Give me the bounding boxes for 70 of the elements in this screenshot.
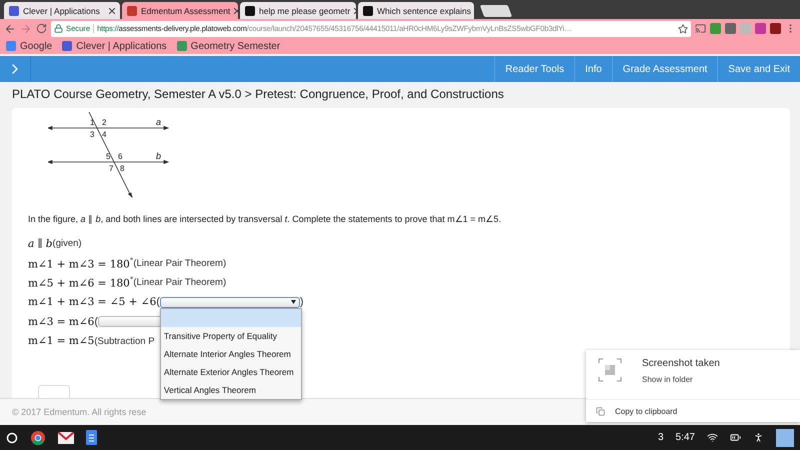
line-label: a [156, 117, 162, 127]
angle-label: 7 [109, 164, 114, 173]
star-icon[interactable] [678, 24, 688, 34]
browser-tab[interactable]: Clever | Applications [4, 2, 120, 19]
reason-dropdown[interactable] [160, 296, 300, 308]
angle-label: 6 [118, 152, 122, 161]
bookmark[interactable]: Geometry Semester [176, 40, 280, 52]
lock-icon [54, 24, 63, 33]
extension-icon[interactable] [725, 23, 736, 34]
favicon-icon [245, 6, 255, 16]
battery-icon [730, 432, 741, 443]
dropdown-option[interactable]: Transitive Property of Equality [160, 326, 301, 345]
question-text: In the figure, a ∥ b, and both lines are intersected by transversal t. Complete the statements to prove that m∠1 = m∠5. [28, 214, 502, 224]
favicon-icon [363, 6, 373, 16]
paren: ) [300, 296, 304, 308]
reason-text: (Linear Pair Theorem) [133, 277, 226, 288]
statement-math: m∠5 + m∠6 = 180$^{°}$ [28, 276, 134, 290]
statement-math: m∠3 = m∠6 [28, 316, 94, 328]
reason-text: (Subtraction P [94, 336, 155, 347]
reason-text: (given) [52, 238, 82, 250]
avatar[interactable] [776, 428, 794, 446]
statement-math: a ∥ b [28, 238, 53, 250]
reason-text: (Linear Pair Theorem) [133, 258, 226, 269]
bookmark-icon [6, 41, 16, 51]
screenshot-icon [598, 358, 622, 382]
copyright-text: © 2017 Edmentum. All rights rese [12, 407, 146, 417]
line-label: b [156, 151, 162, 161]
reload-icon[interactable] [36, 23, 47, 34]
dropdown-option[interactable]: Alternate Exterior Angles Theorem [160, 362, 301, 381]
clock-time[interactable]: 5:47 [676, 432, 695, 443]
angle-label: 8 [120, 164, 124, 173]
statement-math: m∠1 = m∠5 [28, 335, 94, 348]
bookmark-icon [62, 41, 72, 51]
dropdown-option[interactable]: Vertical Angles Theorem [160, 380, 301, 399]
breadcrumb: PLATO Course Geometry, Semester A v5.0 > Pretest: Congruence, Proof, and Constructions [11, 86, 505, 103]
cast-icon[interactable] [695, 23, 706, 34]
browser-tab[interactable]: Edmentum Assessment [122, 2, 238, 19]
wifi-icon [707, 432, 718, 443]
notification-count[interactable]: 3 [658, 432, 664, 443]
caret-icon [290, 300, 296, 304]
show-in-folder-link[interactable]: Show in folder [642, 375, 720, 384]
copy-icon [596, 406, 605, 416]
paren: ( [94, 316, 98, 328]
person-icon [753, 432, 764, 443]
bookmark[interactable]: Google [6, 40, 52, 52]
close-icon[interactable] [109, 8, 115, 14]
chrome-icon[interactable] [30, 430, 46, 446]
angle-label: 1 [90, 118, 94, 127]
launcher-icon[interactable] [6, 432, 18, 444]
bookmark[interactable]: Clever | Applications [62, 40, 167, 52]
angle-label: 4 [102, 130, 106, 139]
statement-math: m∠1 + m∠3 = ∠5 + ∠6 [28, 296, 156, 308]
angle-label: 2 [102, 118, 106, 127]
favicon-icon [127, 6, 137, 16]
statement-math: m∠1 + m∠3 = 180$^{°}$ [28, 256, 134, 270]
copy-to-clipboard-button[interactable]: Copy to clipboard [615, 406, 678, 416]
new-tab-button[interactable] [480, 5, 512, 17]
angle-label: 3 [90, 130, 94, 139]
extension-icon[interactable] [770, 23, 781, 34]
back-icon[interactable] [4, 22, 16, 34]
paren: ( [156, 296, 160, 308]
browser-tab[interactable]: Which sentence explains [358, 2, 474, 19]
notification-title: Screenshot taken [642, 358, 720, 369]
angle-label: 5 [106, 152, 110, 161]
document-icon[interactable] [86, 430, 97, 445]
bookmark-icon [176, 41, 187, 51]
mail-icon[interactable] [58, 432, 74, 444]
favicon-icon [9, 6, 19, 16]
dropdown-option[interactable]: Alternate Interior Angles Theorem [160, 344, 301, 363]
browser-tab[interactable]: help me please geometr [240, 2, 356, 19]
